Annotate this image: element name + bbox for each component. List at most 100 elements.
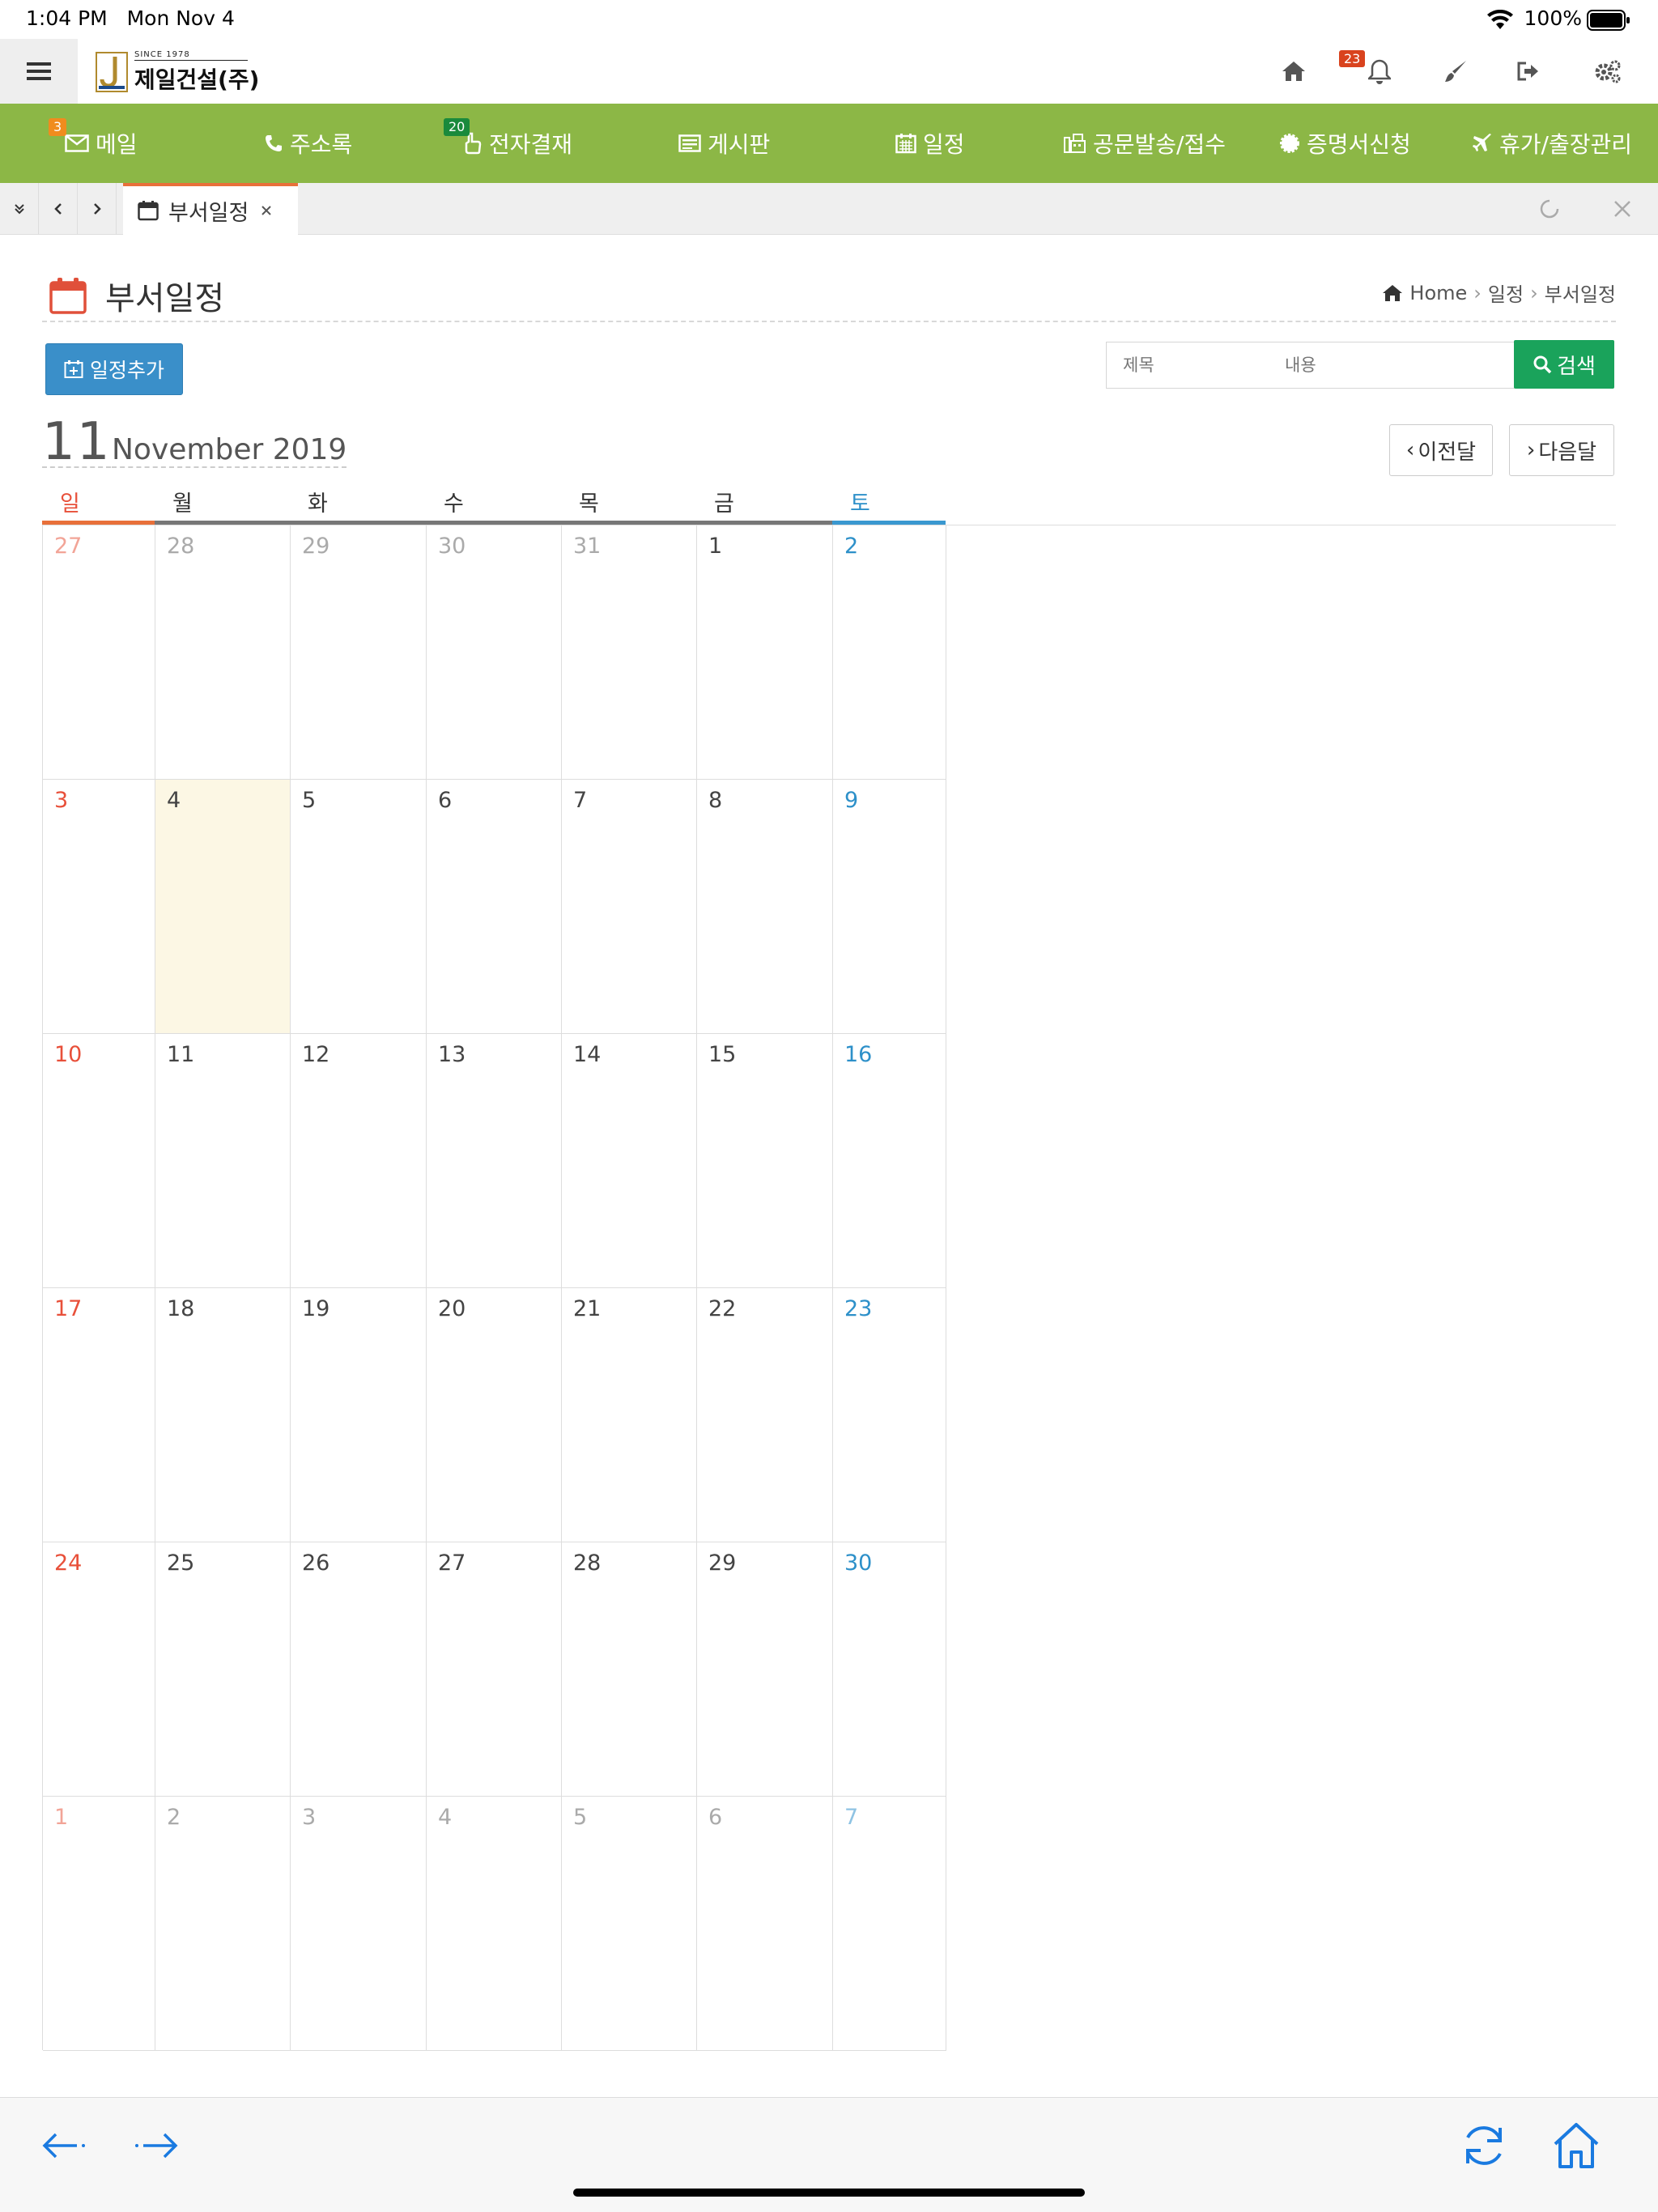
prev-month-button[interactable]: ‹ 이전달	[1389, 424, 1493, 476]
company-logo[interactable]: SINCE 1978 제일건설(주)	[96, 50, 259, 94]
calendar-day[interactable]: 3	[43, 780, 155, 1034]
calendar-day[interactable]: 5	[562, 1797, 697, 2051]
weekday-label: 일	[42, 483, 155, 525]
calendar-day[interactable]: 29	[697, 1542, 833, 1797]
nav-item-mail[interactable]: 메일	[65, 104, 138, 183]
breadcrumb-home[interactable]: Home	[1409, 282, 1467, 304]
nav-item-schedule[interactable]: 일정	[895, 104, 965, 183]
tab-list-toggle[interactable]	[0, 183, 39, 235]
search-button-label: 검색	[1557, 354, 1596, 379]
nav-item-official-doc[interactable]: 공문발송/접수	[1064, 104, 1226, 183]
add-schedule-button[interactable]: 일정추가	[45, 343, 183, 395]
forward-button[interactable]	[128, 2117, 185, 2174]
calendar-day[interactable]: 26	[291, 1542, 427, 1797]
double-chevron-down-icon	[14, 204, 24, 215]
calendar-day[interactable]: 27	[427, 1542, 562, 1797]
calendar-day[interactable]: 6	[697, 1797, 833, 2051]
page-title-text: 부서일정	[105, 280, 225, 317]
calendar-day-today[interactable]: 4	[155, 780, 291, 1034]
arrow-right-icon	[135, 2133, 178, 2159]
reload-button[interactable]	[1456, 2117, 1512, 2174]
calendar-day[interactable]: 17	[43, 1288, 155, 1542]
calendar-day[interactable]: 7	[833, 1797, 946, 2051]
tab-department-schedule[interactable]: 부서일정	[123, 183, 298, 235]
theme-button[interactable]	[1439, 55, 1472, 87]
breadcrumb-separator-icon: ›	[1473, 281, 1482, 304]
calendar-day[interactable]: 1	[697, 525, 833, 780]
calendar-day[interactable]: 28	[562, 1542, 697, 1797]
calendar-day[interactable]: 30	[427, 525, 562, 780]
calendar-day[interactable]: 7	[562, 780, 697, 1034]
day-number: 1	[708, 534, 723, 559]
calendar-day[interactable]: 18	[155, 1288, 291, 1542]
back-button[interactable]	[36, 2117, 92, 2174]
breadcrumb-schedule[interactable]: 일정	[1488, 279, 1524, 307]
calendar-day[interactable]: 22	[697, 1288, 833, 1542]
month-number: 11	[42, 412, 112, 472]
day-number: 24	[54, 1551, 83, 1576]
nav-item-board[interactable]: 게시판	[678, 104, 770, 183]
calendar-day[interactable]: 23	[833, 1288, 946, 1542]
settings-button[interactable]	[1592, 55, 1624, 87]
calendar-day[interactable]: 3	[291, 1797, 427, 2051]
calendar-day[interactable]: 1	[43, 1797, 155, 2051]
tab-prev-button[interactable]	[39, 183, 78, 235]
hamburger-icon	[27, 62, 51, 80]
refresh-tab-button[interactable]	[1535, 194, 1564, 223]
calendar-day[interactable]: 25	[155, 1542, 291, 1797]
calendar-day[interactable]: 5	[291, 780, 427, 1034]
home-button[interactable]	[1278, 55, 1310, 87]
search-title-input[interactable]	[1106, 342, 1269, 389]
day-number: 6	[708, 1805, 723, 1830]
nav-item-addressbook[interactable]: 주소록	[264, 104, 352, 183]
nav-item-label: 메일	[96, 131, 138, 158]
calendar-day[interactable]: 20	[427, 1288, 562, 1542]
prev-month-label: 이전달	[1418, 440, 1477, 465]
calendar-day[interactable]: 31	[562, 525, 697, 780]
calendar-day[interactable]: 30	[833, 1542, 946, 1797]
calendar-day[interactable]: 4	[427, 1797, 562, 2051]
day-number: 19	[302, 1296, 330, 1321]
calendar-day[interactable]: 11	[155, 1034, 291, 1288]
calendar-day[interactable]: 2	[833, 525, 946, 780]
tab-bar: 부서일정	[0, 183, 1658, 235]
calendar-day[interactable]: 8	[697, 780, 833, 1034]
day-number: 6	[438, 788, 453, 813]
calendar-day[interactable]: 2	[155, 1797, 291, 2051]
fax-icon	[1064, 134, 1086, 153]
calendar-day[interactable]: 10	[43, 1034, 155, 1288]
calendar-day[interactable]: 28	[155, 525, 291, 780]
search-icon	[1533, 355, 1552, 374]
calendar-day[interactable]: 29	[291, 525, 427, 780]
calendar-day[interactable]: 9	[833, 780, 946, 1034]
notification-button[interactable]	[1363, 55, 1396, 87]
nav-item-certificate[interactable]: 증명서신청	[1279, 104, 1411, 183]
calendar-day[interactable]: 15	[697, 1034, 833, 1288]
calendar-day[interactable]: 13	[427, 1034, 562, 1288]
nav-item-label: 공문발송/접수	[1093, 131, 1226, 158]
nav-item-label: 휴가/출장관리	[1499, 131, 1632, 158]
calendar-day[interactable]: 19	[291, 1288, 427, 1542]
menu-toggle-button[interactable]	[0, 39, 78, 104]
logout-button[interactable]	[1512, 55, 1545, 87]
browser-home-button[interactable]	[1548, 2117, 1605, 2174]
reload-icon	[1466, 2126, 1502, 2165]
calendar-day[interactable]: 14	[562, 1034, 697, 1288]
nav-item-approval[interactable]: 전자결재	[461, 104, 572, 183]
calendar-day[interactable]: 27	[43, 525, 155, 780]
calendar-day[interactable]: 12	[291, 1034, 427, 1288]
next-month-button[interactable]: › 다음달	[1509, 424, 1614, 476]
calendar-day[interactable]: 24	[43, 1542, 155, 1797]
search-button[interactable]: 검색	[1514, 340, 1614, 389]
search-content-input[interactable]	[1269, 342, 1515, 389]
nav-item-leave[interactable]: 휴가/출장관리	[1472, 104, 1632, 183]
title-divider	[42, 321, 1616, 322]
calendar-day[interactable]: 21	[562, 1288, 697, 1542]
chevron-left-icon	[53, 203, 62, 215]
calendar-day[interactable]: 16	[833, 1034, 946, 1288]
close-all-tabs-button[interactable]	[1608, 194, 1637, 223]
tab-close-icon[interactable]	[260, 204, 273, 217]
tab-next-button[interactable]	[78, 183, 117, 235]
logo-mark-icon	[96, 52, 128, 92]
calendar-day[interactable]: 6	[427, 780, 562, 1034]
